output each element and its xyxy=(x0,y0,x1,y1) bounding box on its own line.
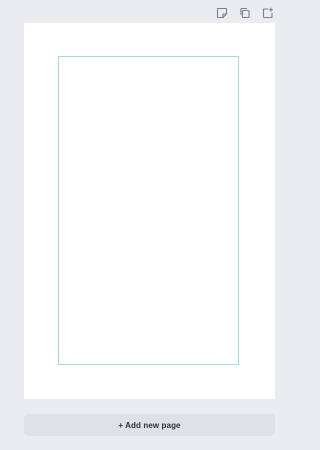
add-note-icon[interactable] xyxy=(214,6,229,20)
page-toolbar xyxy=(214,6,275,20)
add-new-page-button[interactable]: + Add new page xyxy=(24,414,275,436)
page-canvas[interactable] xyxy=(24,23,275,399)
add-page-icon[interactable] xyxy=(260,6,275,20)
duplicate-page-icon[interactable] xyxy=(237,6,252,20)
margin-guide xyxy=(58,56,239,365)
